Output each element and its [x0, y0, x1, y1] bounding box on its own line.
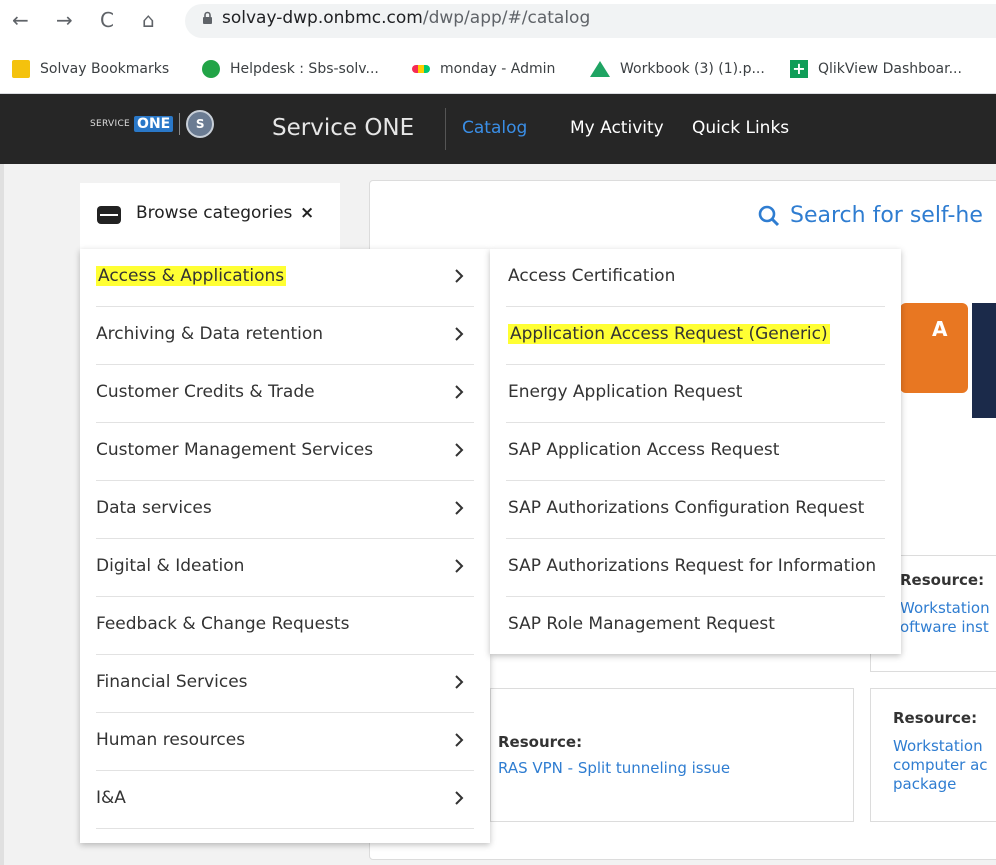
bookmark-monday[interactable]: monday - Admin — [412, 58, 555, 80]
bookmark-helpdesk[interactable]: Helpdesk : Sbs-solv... — [202, 58, 379, 80]
subcategory-energy-application[interactable]: Energy Application Request — [506, 365, 885, 423]
solvay-logo-icon: S — [186, 110, 215, 138]
subcategory-sap-role-management[interactable]: SAP Role Management Request — [506, 597, 885, 655]
category-customer-credits[interactable]: Customer Credits & Trade — [96, 365, 474, 423]
nav-catalog[interactable]: Catalog — [462, 118, 527, 138]
back-arrow-icon[interactable]: ← — [12, 8, 29, 32]
monday-icon — [412, 65, 430, 73]
search-icon — [758, 205, 780, 226]
category-financial-services[interactable]: Financial Services — [96, 655, 474, 713]
resource-card[interactable] — [490, 688, 854, 822]
chevron-right-icon — [455, 443, 464, 457]
category-human-resources[interactable]: Human resources — [96, 713, 474, 771]
category-access-applications[interactable]: Access & Applications — [96, 249, 474, 307]
nav-quick-links[interactable]: Quick Links — [692, 118, 789, 138]
folder-icon — [12, 60, 30, 78]
category-archiving[interactable]: Archiving & Data retention — [96, 307, 474, 365]
chevron-right-icon — [455, 501, 464, 515]
bookmark-solvay[interactable]: Solvay Bookmarks — [12, 58, 169, 80]
category-ia[interactable]: I&A — [96, 771, 474, 829]
chevron-right-icon — [455, 791, 464, 805]
category-customer-management[interactable]: Customer Management Services — [96, 423, 474, 481]
forward-arrow-icon[interactable]: → — [56, 8, 73, 32]
browse-categories-tab[interactable]: Browse categories × — [80, 183, 340, 249]
banner-image: A — [900, 303, 968, 393]
bookmark-qlikview[interactable]: + QlikView Dashboar... — [790, 58, 962, 80]
headset-icon — [202, 60, 220, 78]
browser-toolbar: ← → C ⌂ solvay-dwp.onbmc.com/dwp/app/#/c… — [0, 0, 996, 42]
category-menu: Access & Applications Archiving & Data r… — [80, 249, 490, 843]
bookmarks-bar: Solvay Bookmarks Helpdesk : Sbs-solv... … — [0, 42, 996, 94]
service-one-logo[interactable]: SERVICE ONE S — [90, 110, 215, 138]
category-digital-ideation[interactable]: Digital & Ideation — [96, 539, 474, 597]
nav-my-activity[interactable]: My Activity — [570, 118, 664, 138]
drive-icon — [590, 61, 610, 77]
subcategory-sap-application-access[interactable]: SAP Application Access Request — [506, 423, 885, 481]
category-feedback-change[interactable]: Feedback & Change Requests — [96, 597, 474, 655]
subcategory-menu: Access Certification Application Access … — [490, 249, 901, 654]
search-trigger[interactable]: Search for self-he — [758, 203, 983, 228]
chevron-right-icon — [455, 675, 464, 689]
close-icon[interactable]: × — [300, 203, 314, 223]
reload-icon[interactable]: C — [100, 8, 114, 32]
lock-icon — [203, 11, 212, 24]
subcategory-sap-auth-info[interactable]: SAP Authorizations Request for Informati… — [506, 539, 885, 597]
category-data-services[interactable]: Data services — [96, 481, 474, 539]
plus-icon: + — [790, 60, 808, 78]
subcategory-application-access-request[interactable]: Application Access Request (Generic) — [506, 307, 885, 365]
bookmark-workbook[interactable]: Workbook (3) (1).p... — [590, 58, 765, 80]
home-icon[interactable]: ⌂ — [142, 8, 155, 32]
chevron-right-icon — [455, 385, 464, 399]
url-text: solvay-dwp.onbmc.com/dwp/app/#/catalog — [222, 8, 591, 28]
subcategory-sap-auth-config[interactable]: SAP Authorizations Configuration Request — [506, 481, 885, 539]
chevron-right-icon — [455, 733, 464, 747]
subcategory-access-certification[interactable]: Access Certification — [506, 249, 885, 307]
app-title: Service ONE — [272, 115, 415, 141]
archive-box-icon — [97, 206, 121, 224]
chevron-right-icon — [455, 559, 464, 573]
chevron-right-icon — [455, 327, 464, 341]
chevron-right-icon — [455, 269, 464, 283]
